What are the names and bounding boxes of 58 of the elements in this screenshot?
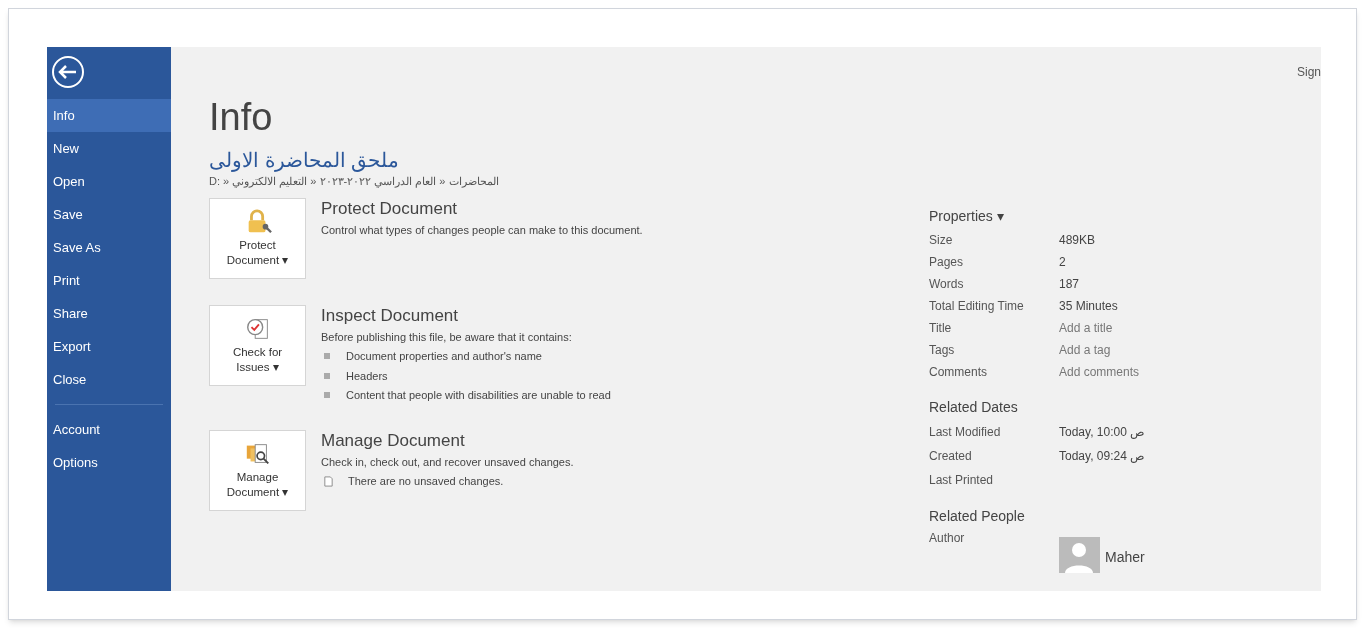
nav-item[interactable]: New [47,132,171,165]
back-button[interactable] [51,55,85,89]
nav-item[interactable]: Save [47,198,171,231]
property-input[interactable]: Add a tag [1059,340,1209,359]
note-text: There are no unsaved changes. [348,474,504,489]
nav-item[interactable]: Close [47,363,171,396]
bullet-text: Document properties and author's name [346,349,542,364]
sign-in-link[interactable]: Sign [1296,63,1321,81]
section-description: Before publishing this file, be aware that it contains: [321,329,573,345]
property-label: Last Modified [929,423,1002,441]
property-value: 35 Minutes [1059,297,1118,315]
nav-item[interactable]: Export [47,330,171,363]
nav-item[interactable]: Save As [47,231,171,264]
nav-item[interactable]: Print [47,264,171,297]
nav-item[interactable]: Options [47,446,171,479]
bullet-icon [324,392,330,399]
bullet-text: Headers [346,368,388,384]
property-value: 2 [1059,253,1066,271]
section-title: Manage Document [321,429,466,452]
property-value: Today, 09:24 ص [1059,447,1146,465]
property-value: 489KB [1059,231,1096,249]
bullet-icon [324,353,330,360]
property-input[interactable]: Add comments [1059,362,1209,381]
property-value: 187 [1059,275,1080,293]
property-label: Author [929,529,966,547]
property-label: Words [929,275,965,293]
section-title: Protect Document [321,197,459,220]
property-label: Total Editing Time [929,297,1025,315]
properties-heading[interactable]: Properties ▾ [929,205,1209,227]
section-button[interactable]: Manage Document ▾ [209,429,306,511]
nav-item[interactable]: Share [47,297,171,330]
author-name[interactable]: Maher [1105,546,1145,573]
page-title: Info [209,95,274,139]
property-input[interactable]: Add a title [1059,318,1209,337]
avatar-icon [1059,536,1100,573]
section-heading: Related People [929,506,1026,526]
document-path: المحاضرات « العام الدراسي ٢٠٢٢-٢٠٢٣ « التعليم الالكتروني « :D [209,174,499,190]
section-heading: Related Dates [929,397,1019,417]
document-icon [323,475,334,487]
property-label: Last Printed [929,471,995,489]
section-description: Check in, check out, and recover unsaved changes. [321,454,574,470]
property-value: Today, 10:00 ص [1059,423,1146,441]
section-button[interactable]: Check for Issues ▾ [209,304,306,386]
property-label: Created [929,447,973,465]
section-description: Control what types of changes people can make to this document. [321,222,643,238]
section-button[interactable]: Protect Document ▾ [209,197,306,279]
bullet-text: Content that people with disabilities are unable to read [346,388,611,403]
property-label: Size [929,231,954,249]
property-label: Tags [929,341,956,359]
property-label: Comments [929,363,988,381]
nav-item[interactable]: Open [47,165,171,198]
section-title: Inspect Document [321,304,459,327]
property-label: Pages [929,253,965,271]
document-name: ملحق المحاضرة الاولى [209,148,400,173]
property-label: Title [929,319,953,337]
bullet-icon [324,372,330,379]
nav-item[interactable]: Account [47,413,171,446]
nav-item[interactable]: Info [47,99,171,132]
